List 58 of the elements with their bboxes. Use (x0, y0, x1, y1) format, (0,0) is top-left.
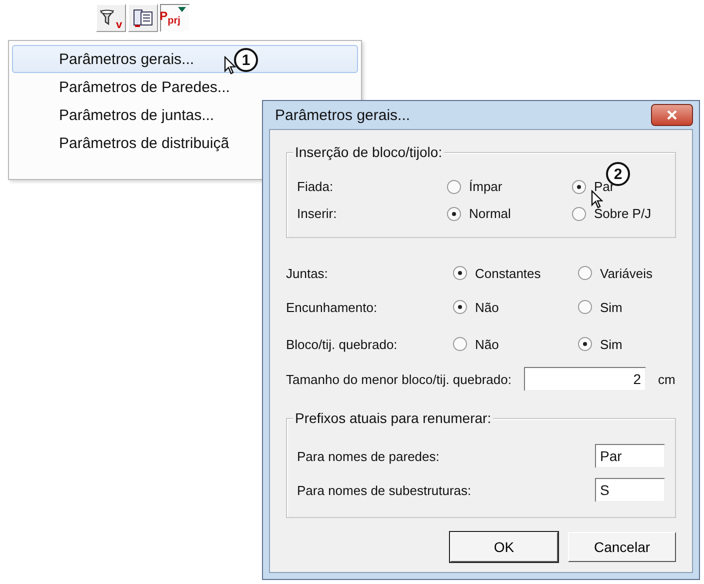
toolbar-button[interactable] (128, 4, 158, 32)
radio-button[interactable] (572, 180, 586, 194)
toolbar-button[interactable]: v (96, 4, 126, 32)
group-title: Inserção de bloco/tijolo: (293, 144, 444, 160)
field-label: Tamanho do menor bloco/tij. quebrado: (286, 372, 512, 386)
radio-button[interactable] (578, 266, 592, 280)
radio-button[interactable] (453, 337, 467, 351)
field-label: Para nomes de subestruturas: (297, 482, 472, 498)
dropdown-icon (178, 7, 186, 12)
radio-button[interactable] (453, 266, 467, 280)
size-input[interactable]: 2 (524, 367, 646, 391)
option-label: Sim (600, 300, 622, 314)
radio-option[interactable]: Normal (447, 206, 572, 221)
window-title: Parâmetros gerais... (275, 106, 410, 124)
toolbar-label: P$_{prj}$ (160, 9, 180, 27)
radio-option[interactable]: Constantes (453, 266, 578, 280)
radio-button[interactable] (578, 300, 592, 314)
toolbar-button[interactable]: P$_{prj}$ (160, 4, 190, 32)
cancel-button[interactable]: Cancelar (568, 532, 676, 562)
option-label: Ímpar (469, 179, 502, 194)
radio-option[interactable]: Sobre P/J (572, 206, 665, 221)
option-label: Sobre P/J (594, 206, 652, 221)
radio-button[interactable] (453, 300, 467, 314)
prefix-input[interactable]: Par (595, 444, 665, 468)
field-label: Inserir: (297, 206, 338, 221)
field-label: Fiada: (297, 179, 334, 194)
radio-option[interactable]: Não (453, 300, 578, 314)
radio-option[interactable]: Sim (578, 300, 676, 314)
cursor-icon (224, 56, 236, 75)
radio-option[interactable]: Não (453, 336, 578, 352)
option-label: Variáveis (600, 266, 653, 280)
prefix-input[interactable]: S (595, 478, 665, 502)
radio-option[interactable]: Ímpar (447, 179, 572, 194)
field-label: Encunhamento: (286, 300, 378, 314)
group-title: Prefixos atuais para renumerar: (293, 410, 494, 426)
menu-item[interactable]: Parâmetros de Paredes... (12, 73, 358, 101)
close-button[interactable] (651, 104, 693, 126)
unit-label: cm (657, 372, 676, 386)
option-label: Não (475, 300, 499, 314)
close-icon (667, 110, 677, 120)
radio-option[interactable]: Sim (578, 336, 676, 352)
funnel-icon (100, 9, 116, 27)
option-label: Não (475, 336, 499, 352)
option-label: Sim (600, 336, 622, 352)
ok-button[interactable]: OK (450, 532, 558, 562)
field-label: Bloco/tij. quebrado: (286, 336, 398, 352)
cursor-icon (591, 190, 603, 209)
option-label: Constantes (475, 266, 541, 280)
radio-button[interactable] (578, 337, 592, 351)
document-icon (133, 9, 153, 27)
radio-button[interactable] (447, 206, 461, 220)
option-label: Normal (469, 206, 511, 221)
radio-button[interactable] (447, 180, 461, 194)
toolbar-label: v (116, 19, 122, 31)
field-label: Juntas: (286, 266, 329, 280)
field-label: Para nomes de paredes: (297, 448, 440, 464)
radio-button[interactable] (572, 206, 586, 220)
radio-option[interactable]: Variáveis (578, 266, 676, 280)
